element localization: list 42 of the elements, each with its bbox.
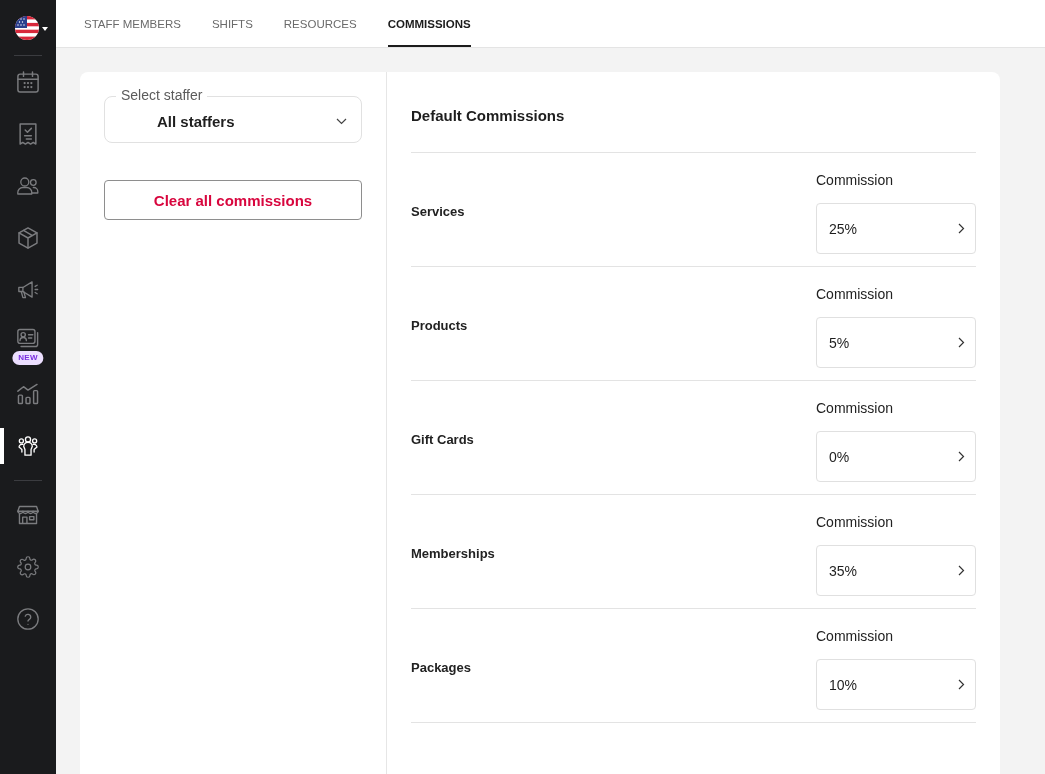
team-icon[interactable] — [17, 435, 39, 457]
category-label: Products — [411, 317, 468, 333]
tab[interactable]: RESOURCES — [283, 0, 357, 47]
field-label: Commission — [816, 172, 893, 188]
box-icon[interactable] — [17, 227, 39, 249]
category-label: Packages — [411, 659, 471, 675]
settings-icon[interactable] — [17, 556, 39, 578]
chevron-down-icon — [336, 118, 347, 125]
help-icon[interactable] — [17, 608, 39, 630]
store-icon[interactable] — [17, 504, 39, 526]
chevron-right-icon — [958, 223, 965, 234]
people-icon[interactable] — [17, 175, 39, 197]
bar-chart-icon[interactable] — [17, 383, 39, 405]
category-label: Services — [411, 203, 465, 219]
commission-field[interactable]: 0% — [816, 431, 976, 482]
commission-field[interactable]: 25% — [816, 203, 976, 254]
commission-field[interactable]: 5% — [816, 317, 976, 368]
caret-icon[interactable] — [42, 26, 48, 31]
field-label: Commission — [816, 514, 893, 530]
tab[interactable]: COMMISSIONS — [387, 0, 471, 47]
active-indicator — [0, 428, 4, 464]
tab[interactable]: STAFF MEMBERS — [84, 0, 181, 47]
id-card-icon[interactable] — [17, 327, 39, 349]
calendar-icon[interactable] — [17, 71, 39, 93]
clear-all-button[interactable]: Clear all commissions — [104, 180, 362, 220]
new-badge: NEW — [12, 351, 44, 365]
commission-field[interactable]: 35% — [816, 545, 976, 596]
field-label: Commission — [816, 286, 893, 302]
chevron-right-icon — [958, 451, 965, 462]
category-label: Gift Cards — [411, 431, 474, 447]
section-title: Default Commissions — [411, 106, 566, 126]
receipt-icon[interactable] — [17, 123, 39, 145]
tab[interactable]: SHIFTS — [211, 0, 253, 47]
chevron-right-icon — [958, 565, 965, 576]
flag-icon[interactable] — [15, 15, 39, 40]
field-label: Commission — [816, 400, 893, 416]
field-label: Commission — [816, 628, 893, 644]
chevron-right-icon — [958, 337, 965, 348]
chevron-right-icon — [958, 679, 965, 690]
commission-field[interactable]: 10% — [816, 659, 976, 710]
category-label: Memberships — [411, 545, 495, 561]
megaphone-icon[interactable] — [17, 279, 39, 301]
